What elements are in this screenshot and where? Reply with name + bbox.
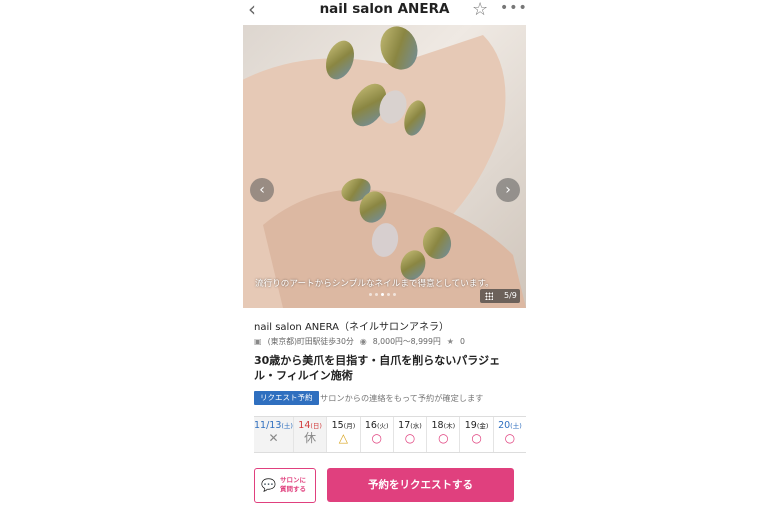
availability-symbol: △ xyxy=(338,431,349,445)
gallery-photo[interactable]: ‹ › xyxy=(243,25,526,308)
calendar-day[interactable]: 16(火) ○ xyxy=(359,417,393,452)
calendar-day[interactable]: 14(日) 休 xyxy=(292,417,327,452)
calendar-weekday: (火) xyxy=(376,422,389,430)
calendar-date-number: 11/13 xyxy=(254,420,282,431)
availability-symbol: ○ xyxy=(438,431,449,445)
salon-meta: ▣ (東京都)町田駅徒歩30分 ◉ 8,000円〜8,999円 ★ 0 xyxy=(254,336,465,347)
calendar-date: 20(土) xyxy=(494,420,526,431)
calendar-day[interactable]: 20(土) ○ xyxy=(492,417,526,452)
header: ‹ nail salon ANERA ☆ ••• xyxy=(243,0,528,22)
ask-salon-button[interactable]: 💬 サロンに 質問する xyxy=(254,468,316,503)
request-booking-button[interactable]: 予約をリクエストする xyxy=(327,468,514,502)
availability-symbol: 休 xyxy=(304,431,317,445)
calendar-date: 16(火) xyxy=(361,420,393,431)
calendar-day[interactable]: 11/13(土) ✕ xyxy=(254,417,293,452)
photo-caption: 流行りのアートからシンプルなネイルまで得意としています。 xyxy=(255,279,494,289)
calendar-date-number: 18 xyxy=(431,420,444,431)
prev-photo-arrow[interactable]: ‹ xyxy=(250,178,274,202)
salon-rating: 0 xyxy=(459,337,465,346)
calendar-day[interactable]: 18(木) ○ xyxy=(426,417,459,452)
price-icon: ◉ xyxy=(359,337,367,346)
calendar-weekday: (日) xyxy=(310,422,322,430)
calendar-date-number: 19 xyxy=(464,420,477,431)
pager-dot xyxy=(369,293,372,296)
calendar-date-number: 16 xyxy=(364,420,377,431)
menu-headline: 30歳から美爪を目指す・自爪を削らないパラジェル・フィルイン施術 xyxy=(254,354,501,382)
availability-symbol: ○ xyxy=(404,431,416,445)
calendar-weekday: (水) xyxy=(410,422,422,430)
ask-line-2: 質問する xyxy=(280,485,306,493)
calendar-day[interactable]: 19(金) ○ xyxy=(459,417,492,452)
rating-star-icon: ★ xyxy=(446,337,454,346)
ask-salon-label: サロンに 質問する xyxy=(280,476,306,494)
calendar-date: 17(水) xyxy=(394,420,426,431)
salon-access: (東京都)町田駅徒歩30分 xyxy=(267,337,354,346)
calendar-date: 18(木) xyxy=(427,420,459,431)
star-icon[interactable]: ☆ xyxy=(472,0,488,20)
calendar-day[interactable]: 15(月) △ xyxy=(326,417,359,452)
nail-photo-illustration xyxy=(243,26,526,308)
grid-icon xyxy=(485,292,493,300)
availability-symbol: ○ xyxy=(504,431,516,445)
salon-name: nail salon ANERA（ネイルサロンアネラ） xyxy=(254,322,449,333)
pager-dot xyxy=(393,293,396,296)
photo-counter-text: 5/9 xyxy=(504,291,517,300)
calendar-date-number: 17 xyxy=(398,420,411,431)
calendar-date: 11/13(土) xyxy=(254,420,293,431)
calendar-date: 15(月) xyxy=(327,420,359,431)
more-icon[interactable]: ••• xyxy=(500,0,528,16)
request-badge: リクエスト予約 xyxy=(254,391,319,405)
photo-counter[interactable]: 5/9 xyxy=(480,289,520,303)
next-photo-arrow[interactable]: › xyxy=(496,178,520,202)
calendar-weekday: (木) xyxy=(443,422,456,430)
salon-price: 8,000円〜8,999円 xyxy=(372,337,441,346)
calendar-date-number: 14 xyxy=(298,420,311,431)
calendar-weekday: (土) xyxy=(281,422,293,430)
pager-dot-active xyxy=(381,293,384,296)
chat-bubble-icon: 💬 xyxy=(261,478,276,492)
calendar-date: 19(金) xyxy=(460,420,492,431)
pager-dot xyxy=(375,293,378,296)
train-icon: ▣ xyxy=(254,337,262,346)
page-column: ‹ nail salon ANERA ☆ ••• ‹ › 流行りのアートからシン… xyxy=(243,0,528,510)
availability-symbol: ✕ xyxy=(268,431,279,445)
calendar-day[interactable]: 17(水) ○ xyxy=(392,417,426,452)
calendar-weekday: (金) xyxy=(476,422,489,430)
calendar-date: 14(日) xyxy=(294,420,326,431)
pager-dot xyxy=(387,293,390,296)
calendar-date-number: 15 xyxy=(331,420,344,431)
availability-symbol: ○ xyxy=(471,431,482,445)
ask-line-1: サロンに xyxy=(280,476,306,484)
availability-calendar: 11/13(土) ✕ 14(日) 休 15(月) △ 16(火) ○ 17(水) ○ 18(木) ○ 1… xyxy=(254,416,526,453)
photo-pager xyxy=(369,293,396,296)
availability-symbol: ○ xyxy=(371,431,382,445)
calendar-weekday: (月) xyxy=(343,422,356,430)
request-note: サロンからの連絡をもって予約が確定します xyxy=(320,393,484,403)
calendar-weekday: (土) xyxy=(510,422,522,430)
calendar-date-number: 20 xyxy=(498,420,511,431)
